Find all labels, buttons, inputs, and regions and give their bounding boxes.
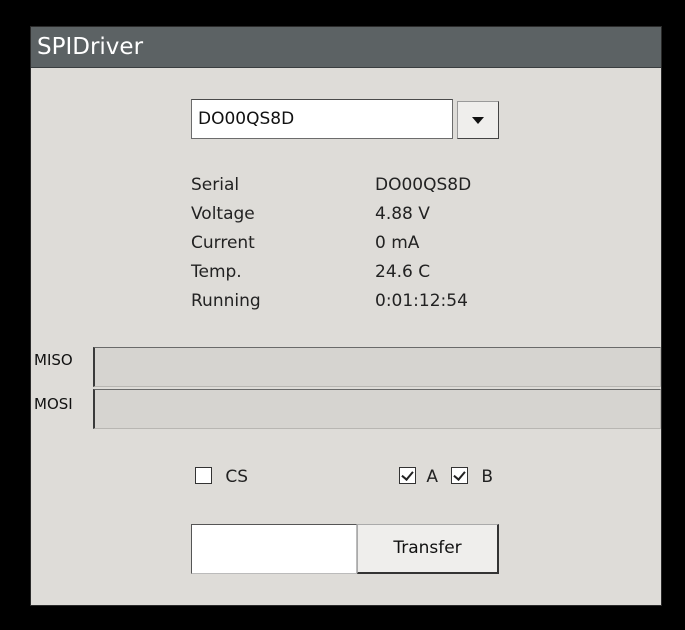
cs-checkbox[interactable]: CS	[195, 467, 248, 487]
voltage-label: Voltage	[191, 204, 255, 224]
a-checkbox-label: A	[426, 467, 439, 487]
running-value: 0:01:12:54	[375, 291, 468, 311]
mosi-field	[93, 389, 661, 429]
device-select-value[interactable]: DO00QS8D	[191, 99, 453, 139]
device-select-dropdown-button[interactable]	[457, 101, 499, 139]
serial-label: Serial	[191, 175, 240, 195]
device-select[interactable]: DO00QS8D	[191, 99, 501, 139]
current-label: Current	[191, 233, 255, 253]
b-checkbox-box[interactable]	[451, 467, 468, 484]
info-row-serial: Serial DO00QS8D	[191, 175, 591, 203]
current-value: 0 mA	[375, 233, 420, 253]
info-row-voltage: Voltage 4.88 V	[191, 204, 591, 232]
window-title: SPIDriver	[37, 34, 144, 60]
checkmark-icon	[453, 468, 466, 481]
title-bar: SPIDriver	[31, 27, 661, 68]
chevron-down-icon	[472, 117, 484, 124]
a-checkbox[interactable]: A	[399, 467, 438, 487]
b-checkbox[interactable]: B	[451, 467, 493, 487]
info-row-temp: Temp. 24.6 C	[191, 262, 591, 290]
cs-checkbox-label: CS	[225, 467, 249, 487]
spidriver-window: SPIDriver DO00QS8D Serial DO00QS8D Volta…	[30, 26, 662, 606]
running-label: Running	[191, 291, 261, 311]
miso-label: MISO	[34, 351, 73, 369]
mosi-label: MOSI	[34, 395, 73, 413]
voltage-value: 4.88 V	[375, 204, 430, 224]
transfer-button[interactable]: Transfer	[357, 524, 499, 574]
temp-label: Temp.	[191, 262, 242, 282]
temp-value: 24.6 C	[375, 262, 431, 282]
info-row-current: Current 0 mA	[191, 233, 591, 261]
miso-field	[93, 347, 661, 387]
transfer-input[interactable]	[191, 524, 357, 574]
b-checkbox-label: B	[481, 467, 494, 487]
checkmark-icon	[401, 468, 414, 481]
serial-value: DO00QS8D	[375, 175, 472, 195]
a-checkbox-box[interactable]	[399, 467, 416, 484]
cs-checkbox-box[interactable]	[195, 467, 212, 484]
info-row-running: Running 0:01:12:54	[191, 291, 591, 319]
